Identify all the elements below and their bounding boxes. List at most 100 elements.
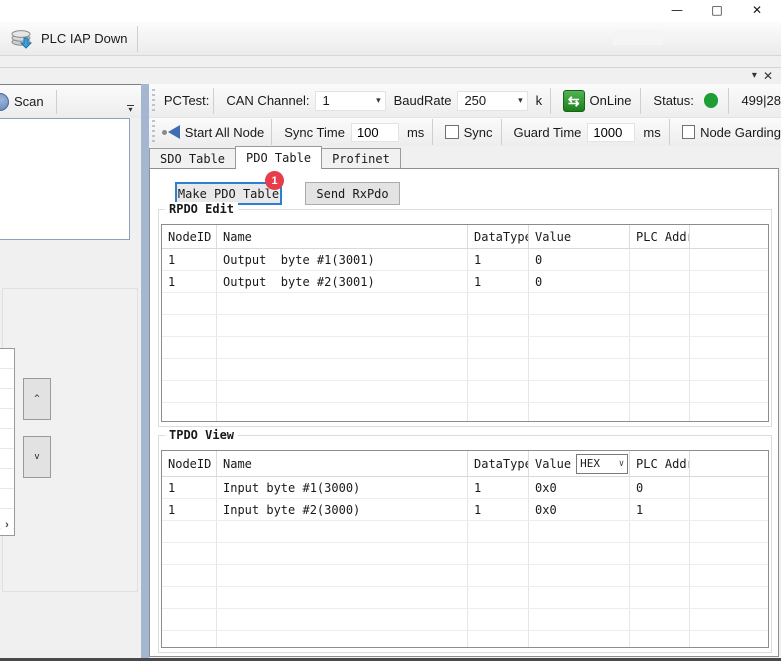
tpdo-table-body: 1Input byte #1(3000)10x001Input byte #2(… — [162, 477, 768, 648]
rpdo-table-header: NodeIDNameDataTypeValuePLC Addr — [162, 225, 768, 249]
minimize-button[interactable]: — — [657, 0, 697, 20]
table-cell — [162, 337, 217, 358]
table-row[interactable]: 1Output byte #2(3001)10 — [162, 271, 768, 293]
right-panel: PCTest: CAN Channel: 1 ▾ BaudRate 250 ▾ … — [149, 84, 781, 658]
toolbar-overflow-icon[interactable]: ▾ — [124, 102, 137, 115]
table-cell — [162, 521, 217, 542]
table-row — [162, 521, 768, 543]
toolbar-grip[interactable] — [152, 89, 156, 113]
table-row[interactable]: 1Input byte #2(3000)10x01 — [162, 499, 768, 521]
chevron-down-icon: ▾ — [518, 95, 527, 106]
rpdo-table-body: 1Output byte #1(3001)101Output byte #2(3… — [162, 249, 768, 422]
table-cell — [162, 293, 217, 314]
can-channel-select[interactable]: 1 ▾ — [315, 91, 385, 111]
table-cell — [162, 587, 217, 608]
table-cell — [468, 565, 529, 586]
main-toolbar: PLC IAP Down — [0, 22, 781, 56]
table-cell — [690, 293, 768, 314]
node-scan-list[interactable] — [0, 118, 130, 240]
table-cell — [468, 521, 529, 542]
table-cell — [630, 403, 690, 422]
table-cell — [690, 271, 768, 292]
toolbar-separator — [640, 88, 641, 114]
toolbar-grip[interactable] — [152, 120, 156, 144]
tab-pdo-table[interactable]: PDO Table — [235, 146, 322, 169]
table-cell — [529, 337, 630, 358]
table-cell — [690, 499, 768, 520]
table-cell — [529, 609, 630, 630]
value-column-label: Value — [535, 457, 571, 471]
arrow-left-icon — [168, 125, 180, 139]
can-channel-label: CAN Channel: — [226, 93, 309, 108]
can-channel-value: 1 — [316, 93, 376, 108]
status-label: Status: — [653, 93, 693, 108]
table-cell — [529, 315, 630, 336]
panel-caption-row: ▾ ✕ — [0, 67, 781, 84]
panel-dropdown-icon[interactable]: ▾ — [752, 71, 757, 81]
guard-time-input[interactable] — [587, 123, 635, 142]
table-cell: 1 — [162, 271, 217, 292]
sync-time-input[interactable] — [351, 123, 399, 142]
sync-checkbox[interactable] — [445, 125, 458, 139]
scan-button[interactable]: Scan — [14, 94, 44, 109]
clipped-list[interactable]: › — [0, 348, 15, 536]
table-cell — [468, 631, 529, 648]
table-cell — [529, 543, 630, 564]
table-cell — [630, 609, 690, 630]
sync-checkbox-label: Sync — [464, 125, 493, 140]
baudrate-select[interactable]: 250 ▾ — [457, 91, 527, 111]
column-header-nodeid: NodeID — [162, 451, 217, 476]
online-label[interactable]: OnLine — [590, 93, 632, 108]
plc-iap-down-button[interactable]: PLC IAP Down — [8, 24, 133, 54]
table-cell — [468, 609, 529, 630]
value-format-value: HEX — [577, 457, 619, 470]
scan-icon — [0, 93, 9, 111]
toolbar-separator — [728, 88, 729, 114]
value-format-select[interactable]: HEX∨ — [576, 454, 628, 474]
column-header-name: Name — [217, 225, 468, 248]
table-row[interactable]: 1Input byte #1(3000)10x00 — [162, 477, 768, 499]
column-header-name: Name — [217, 451, 468, 476]
table-cell — [630, 631, 690, 648]
panel-splitter[interactable] — [141, 84, 149, 658]
tab-profinet[interactable]: Profinet — [321, 148, 401, 168]
table-cell — [468, 315, 529, 336]
tab-strip: SDO Table PDO Table Profinet — [149, 146, 781, 168]
maximize-button[interactable]: □ — [697, 0, 737, 20]
table-cell — [217, 359, 468, 380]
dot-icon — [162, 130, 167, 135]
table-cell: 1 — [468, 249, 529, 270]
table-cell — [217, 381, 468, 402]
table-cell: 1 — [162, 499, 217, 520]
move-down-button[interactable]: v — [23, 436, 51, 478]
panel-close-icon[interactable]: ✕ — [763, 70, 773, 82]
expand-panel-button[interactable]: › — [1, 517, 13, 532]
pctest-toolbar: PCTest: CAN Channel: 1 ▾ BaudRate 250 ▾ … — [149, 84, 781, 118]
table-cell — [690, 543, 768, 564]
table-cell: 0 — [529, 271, 630, 292]
toolbar-blank-item — [613, 30, 663, 45]
column-header-plc-addr: PLC Addr — [630, 451, 690, 476]
table-cell: 0x0 — [529, 477, 630, 498]
tab-sdo-table[interactable]: SDO Table — [149, 148, 236, 168]
table-cell — [217, 587, 468, 608]
column-header-plc-addr: PLC Addr — [630, 225, 690, 248]
table-cell — [162, 543, 217, 564]
close-button[interactable]: ✕ — [737, 0, 777, 20]
table-cell — [630, 381, 690, 402]
minimize-icon: — — [671, 3, 683, 17]
move-up-button[interactable]: ^ — [23, 378, 51, 420]
table-cell — [162, 315, 217, 336]
table-row — [162, 543, 768, 565]
online-sync-icon[interactable]: ⇆ — [563, 90, 584, 112]
send-rxpdo-button[interactable]: Send RxPdo — [305, 182, 400, 205]
plc-iap-down-label: PLC IAP Down — [41, 31, 127, 46]
node-garding-checkbox[interactable] — [682, 125, 695, 139]
table-cell — [468, 293, 529, 314]
table-cell — [630, 587, 690, 608]
table-cell — [690, 359, 768, 380]
table-cell: Input byte #1(3000) — [217, 477, 468, 498]
table-row[interactable]: 1Output byte #1(3001)10 — [162, 249, 768, 271]
start-all-node-button[interactable]: Start All Node — [185, 125, 265, 140]
table-cell — [690, 521, 768, 542]
